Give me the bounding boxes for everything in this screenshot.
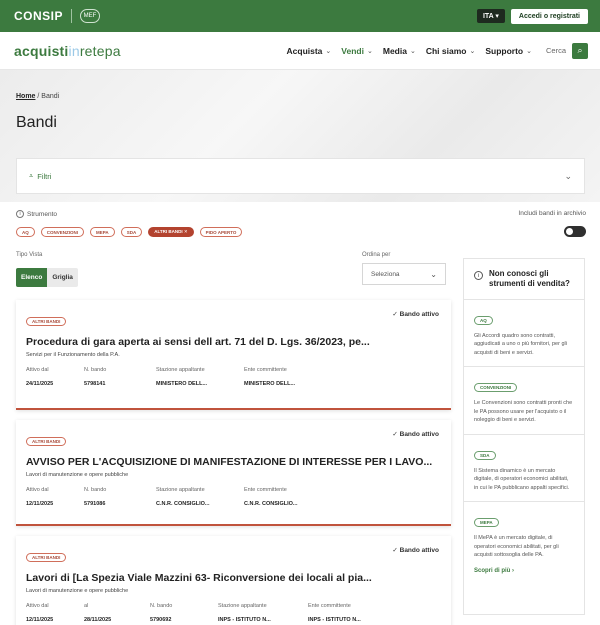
card-accent-line (16, 408, 451, 410)
sales-tools-sidebar: i Non conosci gli strumenti di vendita? … (463, 258, 585, 615)
card-title[interactable]: AVVISO PER L'ACQUISIZIONE DI MANIFESTAZI… (26, 456, 441, 468)
card-title[interactable]: Procedura di gara aperta ai sensi dell a… (26, 336, 441, 348)
card-title[interactable]: Lavori di [La Spezia Viale Mazzini 63- R… (26, 572, 441, 584)
card-status: ✓ Bando attivo (392, 547, 439, 554)
card-field: Stazione appaltante INPS - ISTITUTO N... (218, 603, 271, 623)
filter-icon: ⩡ (29, 171, 34, 180)
divider (464, 501, 584, 503)
card-field: Ente committente MINISTERO DELL... (244, 367, 296, 387)
breadcrumb: Home / Bandi (16, 93, 60, 100)
mef-logo[interactable]: MEF (80, 9, 101, 23)
divider (464, 298, 584, 300)
nav-item-vendi[interactable]: Vendi ⌄ (341, 46, 373, 56)
card-subtitle: Lavori di manutenzione e opere pubbliche (26, 588, 129, 594)
bando-card[interactable]: ALTRI BANDI ✓ Bando attivo Procedura di … (16, 300, 451, 410)
discover-more-link[interactable]: Scopri di più › (474, 568, 574, 574)
card-tag: ALTRI BANDI (26, 437, 67, 446)
card-field: Stazione appaltante MINISTERO DELL... (156, 367, 208, 387)
card-field: N. bando 5791086 (84, 487, 107, 507)
card-field: al 28/11/2025 (84, 603, 112, 623)
chevron-down-icon: ⌄ (409, 47, 416, 55)
chip-mepa[interactable]: MEPA (90, 227, 115, 237)
chip-convenzioni[interactable]: CONVENZIONI (40, 227, 85, 237)
card-details: Attivo dal 24/11/2025 N. bando 5798141 Sta… (26, 367, 441, 387)
card-field: N. bando 5798141 (84, 367, 107, 387)
view-type-label: Tipo Vista (16, 252, 43, 258)
card-subtitle: Lavori di manutenzione e opere pubbliche (26, 472, 129, 478)
card-tag: ALTRI BANDI (26, 553, 67, 562)
sidebar-chip-convenzioni[interactable]: CONVENZIONI (474, 383, 518, 393)
card-field: Ente committente C.N.R. CONSIGLIO... (244, 487, 298, 507)
nav-item-supporto[interactable]: Supporto ⌄ (485, 46, 532, 56)
bando-card[interactable]: ALTRI BANDI ✓ Bando attivo Lavori di [La… (16, 536, 451, 625)
sidebar-text: Le Convenzioni sono contratti pronti che… (474, 400, 573, 424)
divider (464, 433, 584, 435)
chip-pido-aperto[interactable]: PIDO APERTO (199, 227, 243, 237)
strumento-label: i Strumento (16, 210, 57, 218)
card-details: Attivo dal 12/11/2025 N. bando 5791086 Sta… (26, 487, 441, 507)
brand-divider (71, 9, 73, 23)
card-field: Attivo dal 12/11/2025 (26, 487, 54, 507)
info-icon: i (16, 210, 24, 218)
search-icon[interactable]: ⌕ (572, 42, 588, 59)
filters-label: Filtri (37, 171, 52, 181)
bando-card[interactable]: ALTRI BANDI ✓ Bando attivo AVVISO PER L'… (16, 420, 451, 526)
sort-label: Ordina per (362, 252, 391, 258)
sort-select[interactable]: Seleziona ⌄ (362, 263, 446, 285)
chevron-down-icon: ⌄ (526, 47, 532, 55)
chip-altri-bandi[interactable]: ALTRI BANDI ✕ (148, 227, 194, 237)
language-selector[interactable]: ITA ▾ (476, 9, 505, 23)
view-list-button[interactable]: Elenco (16, 268, 48, 287)
main-nav: acquistiinretepa Acquista ⌄ Vendi ⌄ Media ⌄… (0, 32, 600, 70)
sidebar-chip-sda[interactable]: SDA (474, 450, 496, 460)
nav-item-chi-siamo[interactable]: Chi siamo ⌄ (426, 46, 476, 56)
chip-sda[interactable]: SDA (120, 227, 143, 237)
nav-item-media[interactable]: Media ⌄ (383, 46, 416, 56)
card-tag: ALTRI BANDI (26, 317, 67, 326)
login-button[interactable]: Accedi o registrati (510, 8, 588, 24)
card-status: ✓ Bando attivo (392, 431, 439, 438)
card-field: N. bando 5790692 (150, 603, 173, 623)
filters-accordion[interactable]: ⩡ Filtri ⌄ (16, 158, 585, 194)
view-grid-button[interactable]: Griglia (47, 268, 78, 287)
chevron-down-icon: ⌄ (430, 269, 437, 279)
chip-aq[interactable]: AQ (16, 227, 35, 237)
chevron-down-icon: ⌄ (469, 47, 476, 55)
sort-select-value: Seleziona (371, 270, 400, 278)
sidebar-chip-aq[interactable]: AQ (474, 315, 493, 325)
consip-logo[interactable]: CONSIP (14, 9, 63, 23)
sidebar-text: Gli Accordi quadro sono contratti, aggiu… (474, 332, 567, 356)
page-title: Bandi (16, 114, 57, 131)
card-subtitle: Servizi per il Funzionamento della P.A. (26, 352, 120, 358)
divider (464, 366, 584, 368)
strumento-chips: AQ CONVENZIONI MEPA SDA ALTRI BANDI ✕ PI… (16, 227, 243, 237)
archive-label: Includi bandi in archivio (518, 210, 586, 217)
card-field: Ente committente INPS - ISTITUTO N... (308, 603, 361, 623)
nav-item-acquista[interactable]: Acquista ⌄ (287, 46, 332, 56)
sidebar-title: Non conosci gli strumenti di vendita? (489, 269, 570, 289)
card-field: Attivo dal 12/11/2025 (26, 603, 54, 623)
card-accent-line (16, 524, 451, 526)
archive-toggle[interactable] (564, 226, 586, 237)
top-bar: CONSIP MEF ITA ▾ Accedi o registrati (0, 0, 600, 32)
chevron-down-icon: ⌄ (366, 47, 373, 55)
sidebar-chip-mepa[interactable]: MEPA (474, 518, 499, 528)
card-field: Attivo dal 24/11/2025 (26, 367, 54, 387)
card-field: Stazione appaltante C.N.R. CONSIGLIO... (156, 487, 210, 507)
card-details: Attivo dal 12/11/2025 al 28/11/2025 N. ban… (26, 603, 441, 623)
chevron-down-icon: ⌄ (325, 47, 332, 55)
chevron-down-icon: ⌄ (564, 170, 572, 181)
info-icon: i (474, 271, 483, 280)
search-label[interactable]: Cerca (546, 46, 566, 55)
card-status: ✓ Bando attivo (392, 311, 439, 318)
view-toggle: Elenco Griglia (16, 268, 78, 287)
sidebar-text: Il MePA è un mercato digitale, di operat… (474, 535, 559, 559)
site-logo[interactable]: acquistiinretepa (14, 43, 121, 59)
breadcrumb-current: Bandi (41, 93, 60, 100)
breadcrumb-home[interactable]: Home (16, 93, 35, 100)
sidebar-text: Il Sistema dinamico è un mercato digital… (474, 467, 570, 491)
